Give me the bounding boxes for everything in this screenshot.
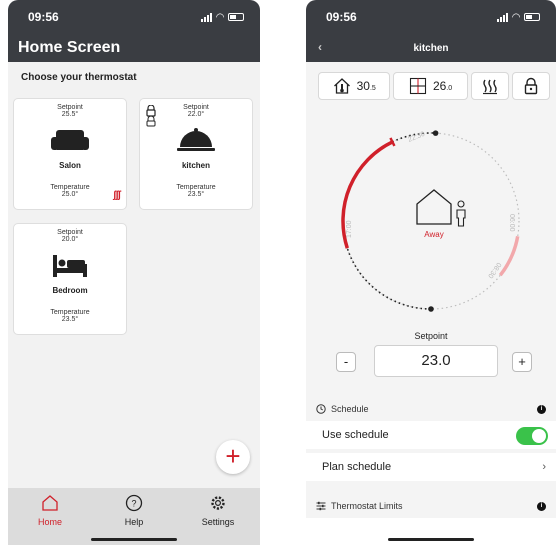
setpoint-value-field[interactable]: 23.0 <box>374 345 498 377</box>
tab-label: Settings <box>201 517 235 527</box>
setpoint-value: 20.0° <box>61 236 79 243</box>
thermostat-name: Salon <box>59 161 81 170</box>
detail-header: ‹ kitchen <box>306 34 556 62</box>
lock-icon <box>146 105 156 127</box>
thermostat-card-kitchen[interactable]: Setpoint 22.0° kitchen Temperature 23.5° <box>139 98 253 210</box>
status-icons: ◠ <box>497 12 540 23</box>
plan-schedule-label: Plan schedule <box>322 461 392 473</box>
lock-icon <box>524 77 538 95</box>
home-screen-phone: 09:56 ◠ Home Screen Choose your thermost… <box>8 0 260 545</box>
dial-handle-start[interactable] <box>428 306 434 312</box>
clock-icon <box>316 404 326 414</box>
house-thermometer-icon <box>333 78 350 94</box>
tab-bar: Home ? Help Settings <box>8 488 260 545</box>
setpoint-label: Setpoint <box>414 331 448 341</box>
home-indicator <box>388 538 474 541</box>
decrease-button[interactable]: - <box>336 352 356 372</box>
chevron-right-icon: › <box>542 461 546 473</box>
temperature-value: 23.5° <box>61 316 79 323</box>
thermostat-detail-phone: 09:56 ◠ ‹ kitchen 30.5 26.0 22:30 06:00 … <box>306 0 556 545</box>
status-icons: ◠ <box>201 12 244 23</box>
setpoint-dial[interactable]: 22:30 06:00 08:30 17:00 Away <box>306 112 556 332</box>
mode-label: Away <box>424 230 443 239</box>
increase-button[interactable]: + <box>512 352 532 372</box>
dial-tick-label: 22:30 <box>407 131 426 144</box>
use-schedule-row: Use schedule <box>306 421 556 449</box>
setpoint-value: 25.5° <box>61 111 79 118</box>
indoor-temp-int: 30 <box>356 79 370 93</box>
heating-status-chip <box>470 72 509 100</box>
setpoint-label: Setpoint <box>57 229 83 236</box>
status-time: 09:56 <box>326 10 357 24</box>
back-button[interactable]: ‹ <box>318 40 322 54</box>
add-thermostat-button[interactable]: + <box>216 440 250 474</box>
screenshot-stage: 09:56 ◠ Home Screen Choose your thermost… <box>0 0 556 545</box>
wifi-icon: ◠ <box>216 11 224 23</box>
away-mode-icon <box>416 189 466 227</box>
tab-label: Help <box>124 517 144 527</box>
help-icon: ? <box>125 494 143 512</box>
indoor-temp-dec: .5 <box>369 85 376 92</box>
dial-tick-label: 17:00 <box>346 220 353 238</box>
temperature-label: Temperature <box>176 184 216 191</box>
floor-temp-int: 26 <box>432 79 447 93</box>
temperature-value: 23.5° <box>187 191 205 198</box>
info-icon[interactable]: i <box>537 404 546 414</box>
setpoint-label: Setpoint <box>57 104 83 111</box>
floor-sensor-icon <box>409 77 426 95</box>
status-bar: 09:56 ◠ <box>306 0 556 34</box>
signal-icon <box>201 12 213 22</box>
use-schedule-label: Use schedule <box>322 429 389 441</box>
signal-icon <box>497 12 509 22</box>
heating-icon <box>482 79 497 95</box>
page-title: kitchen <box>413 42 449 54</box>
status-chips: 30.5 26.0 <box>306 62 556 110</box>
wifi-icon: ◠ <box>512 11 520 23</box>
lock-chip[interactable] <box>511 72 550 100</box>
info-icon[interactable]: i <box>537 501 546 511</box>
section-title: Schedule <box>331 404 369 414</box>
tab-label: Home <box>37 517 62 527</box>
plan-schedule-row[interactable]: Plan schedule › <box>306 453 556 481</box>
tab-home[interactable]: Home <box>8 488 92 545</box>
home-indicator <box>91 538 177 541</box>
tab-settings[interactable]: Settings <box>176 488 260 545</box>
battery-icon <box>524 13 540 21</box>
heating-icon: ʃʃʃ <box>113 190 121 201</box>
gear-icon <box>211 496 225 510</box>
dial-schedule-arc <box>346 247 432 310</box>
choose-thermostat-label: Choose your thermostat <box>21 72 137 83</box>
dial-tick-label: 06:00 <box>508 214 515 232</box>
setpoint-value: 22.0° <box>187 111 205 118</box>
thermostat-card-bedroom[interactable]: Setpoint 20.0° Bedroom Temperature 23.5° <box>13 223 127 335</box>
dial-secondary-arc <box>498 235 520 277</box>
thermostat-name: kitchen <box>181 161 210 170</box>
battery-icon <box>228 13 244 21</box>
setpoint-label: Setpoint <box>183 104 209 111</box>
temperature-label: Temperature <box>50 184 90 191</box>
status-bar: 09:56 ◠ <box>8 0 260 34</box>
sofa-icon <box>51 130 89 150</box>
section-title: Thermostat Limits <box>331 501 403 511</box>
sliders-icon <box>316 501 326 511</box>
status-time: 09:56 <box>28 10 59 24</box>
indoor-temperature-chip: 30.5 <box>318 72 391 100</box>
schedule-section-header: Schedule i <box>306 401 556 417</box>
setpoint-stepper: - 23.0 + <box>306 345 556 377</box>
floor-temperature-chip: 26.0 <box>393 72 468 100</box>
thermostat-name: Bedroom <box>52 286 88 295</box>
use-schedule-toggle[interactable] <box>516 427 548 445</box>
tab-help[interactable]: ? Help <box>92 488 176 545</box>
page-title: Home Screen <box>8 34 260 62</box>
home-icon <box>42 495 58 511</box>
svg-text:?: ? <box>131 499 136 509</box>
dial-handle-end[interactable] <box>432 130 439 136</box>
cloche-icon <box>177 128 215 151</box>
temperature-value: 25.0° <box>61 191 79 198</box>
floor-temp-dec: .0 <box>446 85 453 92</box>
thermostat-limits-section-header: Thermostat Limits i <box>306 498 556 514</box>
bed-icon <box>53 255 87 277</box>
temperature-label: Temperature <box>50 309 90 316</box>
thermostat-card-salon[interactable]: Setpoint 25.5° Salon Temperature 25.0° ʃ… <box>13 98 127 210</box>
